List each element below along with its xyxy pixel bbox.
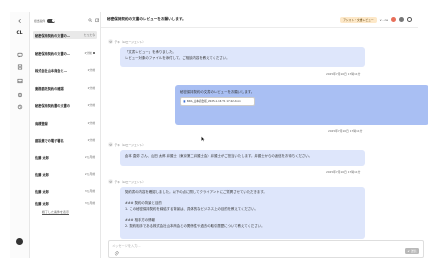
send-button[interactable]: 送信 bbox=[405, 248, 419, 254]
chat-header: 秘密保持契約の文書のレビューをお願いします。 アシスト・文書レビュー v - c… bbox=[101, 12, 418, 28]
version-selector[interactable]: v - ce bbox=[380, 18, 388, 22]
thread-title: 佐藤 太郎 bbox=[35, 189, 49, 194]
thread-item[interactable]: 佐藤 太郎 2ヵ月前 bbox=[33, 170, 97, 178]
thread-item[interactable]: 建設業での電子署名 2分前 bbox=[33, 136, 97, 144]
thread-title: 佐藤 太郎 bbox=[35, 155, 49, 160]
app-logo: CL bbox=[16, 30, 23, 36]
thread-title: 業務委託契約の確認 bbox=[35, 86, 64, 91]
thread-title: 秘密保持契約の文書のレビュー bbox=[35, 33, 73, 38]
help-icon[interactable] bbox=[407, 17, 412, 22]
thread-title: 秘密保持契約の文書のレ... bbox=[35, 51, 73, 56]
sender-name: テキ（AIエージェント） bbox=[114, 39, 146, 44]
message-line: レビュー対象のファイルを添付して、ご相談内容を教えてください。 bbox=[125, 56, 230, 60]
thread-time: たった今 bbox=[83, 33, 95, 37]
thread-time: 2ヵ月前 bbox=[84, 155, 95, 159]
thread-item[interactable]: 業務委託契約の確認 2分前 bbox=[33, 84, 97, 92]
thread-title: 佐藤 太郎 bbox=[35, 201, 49, 206]
history-icon[interactable] bbox=[16, 104, 23, 110]
thread-time: 3ヵ月前 bbox=[84, 201, 95, 205]
ai-agent-icon bbox=[108, 39, 113, 44]
message-line: 秘密保持契約の文書のレビューをお願いします。 bbox=[180, 90, 255, 94]
file-attachment[interactable]: NDA_山本商会様_2025-1-16 T1 17:42.docx bbox=[180, 97, 255, 107]
thread-item[interactable]: 秘密保持契約書の文書の 2分前 bbox=[33, 101, 97, 109]
message-line: ### 契約の背景と目的 bbox=[125, 200, 162, 205]
filter-label: 担当案件 bbox=[34, 18, 46, 23]
sidebar-toolbar: 担当案件 bbox=[34, 17, 100, 24]
sender-name: テキ（AIエージェント） bbox=[114, 142, 146, 147]
thread-item[interactable]: 佐藤 太郎 3ヵ月前 bbox=[33, 199, 97, 207]
thread-item[interactable]: 株式会社山本商会と... 2分前 bbox=[33, 66, 97, 74]
thread-item[interactable]: 秘密保持契約の文書のレ... 2分前 bbox=[33, 49, 97, 57]
filter-toggle[interactable] bbox=[47, 18, 56, 23]
message-sender: テキ（AIエージェント） bbox=[108, 142, 145, 147]
thread-title: 佐藤 太郎 bbox=[35, 172, 49, 177]
user-avatar-icon[interactable] bbox=[391, 17, 396, 22]
thread-title: 商標登録 bbox=[35, 121, 48, 126]
thread-time: 3ヵ月前 bbox=[84, 189, 95, 193]
thread-time: 2分前 bbox=[87, 68, 95, 72]
user-message-bubble: 秘密保持契約の文書のレビューをお願いします。 NDA_山本商会様_2025-1-… bbox=[175, 85, 428, 125]
thread-title: 株式会社山本商会と... bbox=[35, 68, 68, 73]
message-line: 1. この秘密保持契約を締結する背景は、具体的なビジネス上の目的を教えてください… bbox=[125, 207, 258, 212]
message-timestamp: 2025年7月16日 17時11分 bbox=[326, 72, 361, 76]
collapse-icon[interactable] bbox=[16, 18, 23, 24]
message-sender: テキ（AIエージェント） bbox=[108, 39, 145, 44]
thread-item[interactable]: 秘密保持契約の文書のレビュー たった今 bbox=[33, 31, 97, 39]
lawyer-avatar-icon[interactable] bbox=[399, 17, 404, 22]
message-sender: テキ（AIエージェント） bbox=[108, 179, 145, 184]
message-line: ### 相手方の情報 bbox=[125, 217, 155, 222]
message-timestamp: 2025年7月16日 17時11分 bbox=[328, 129, 363, 133]
thread-time: 2分前 bbox=[87, 121, 95, 125]
thread-item[interactable]: 商標登録 2分前 bbox=[33, 119, 97, 127]
ai-message-bubble: 倉本 直弥 さん、山田 太郎 弁護士（東京第二弁護士会）弁護士がご担当いたします… bbox=[120, 150, 365, 166]
ai-message-bubble: 契約書の内容を確認しました。以下の点に関してクライアントにご質問させていただきま… bbox=[120, 187, 365, 239]
new-thread-icon[interactable] bbox=[95, 18, 100, 23]
thread-time: 2分前 bbox=[87, 138, 95, 142]
message-composer[interactable]: メッセージを入力... 送信 bbox=[108, 240, 424, 258]
chat-icon[interactable] bbox=[16, 52, 23, 58]
unread-dot bbox=[93, 52, 95, 54]
mouse-cursor-icon bbox=[201, 136, 205, 142]
thread-sidebar: 担当案件 秘密保持契約の文書のレビュー たった今 秘密保持契約の文書のレ... … bbox=[30, 12, 101, 258]
ai-agent-icon bbox=[108, 179, 113, 184]
attach-file-icon[interactable] bbox=[114, 251, 119, 256]
thread-time: 2ヵ月前 bbox=[84, 172, 95, 176]
app-window: CL 担当案件 秘密保持契約の文書のレビュー bbox=[10, 12, 428, 262]
page-title: 秘密保持契約の文書のレビューをお願いします。 bbox=[107, 17, 186, 21]
inbox-icon[interactable] bbox=[16, 78, 23, 84]
thread-time: 2分前 bbox=[84, 51, 92, 55]
send-label: 送信 bbox=[410, 249, 417, 253]
thread-time: 2分前 bbox=[87, 86, 95, 90]
message-line: 2. 契約相手である株式会社山本商会との関係性や過去の取引履歴について教えてくだ… bbox=[125, 224, 265, 229]
settings-icon[interactable] bbox=[16, 92, 23, 98]
document-icon[interactable] bbox=[16, 64, 23, 70]
message-line: 倉本 直弥 さん、山田 太郎 弁護士（東京第二弁護士会）弁護士がご担当いたします… bbox=[125, 154, 313, 158]
message-input[interactable]: メッセージを入力... bbox=[112, 243, 140, 248]
attachment-filename: NDA_山本商会様_2025-1-16 T1 17:42.docx bbox=[186, 99, 241, 103]
thread-item[interactable]: 佐藤 太郎 2ヵ月前 bbox=[33, 153, 97, 161]
ai-message-bubble: 「文書レビュー」を承りました。 レビュー対象のファイルを添付して、ご相談内容を教… bbox=[120, 47, 365, 67]
mode-badge[interactable]: アシスト・文書レビュー bbox=[340, 16, 377, 23]
thread-title: 建設業での電子署名 bbox=[35, 138, 64, 143]
message-line: 契約書の内容を確認しました。以下の点に関してクライアントにご質問させていただきま… bbox=[125, 190, 267, 194]
icon-rail: CL bbox=[10, 12, 30, 258]
thread-item[interactable]: 佐藤 太郎 3ヵ月前 bbox=[33, 187, 97, 195]
show-closed-cases-link[interactable]: 終了した案件を表示 bbox=[42, 210, 69, 214]
ai-agent-icon bbox=[108, 142, 113, 147]
send-icon bbox=[407, 249, 410, 253]
search-icon[interactable] bbox=[88, 18, 93, 23]
sender-name: テキ（AIエージェント） bbox=[114, 179, 146, 184]
thread-time: 2分前 bbox=[87, 103, 95, 107]
message-timestamp: 2025年7月16日 17時11分 bbox=[326, 170, 361, 174]
thread-title: 秘密保持契約書の文書の bbox=[35, 103, 71, 108]
account-icon[interactable] bbox=[16, 238, 23, 245]
